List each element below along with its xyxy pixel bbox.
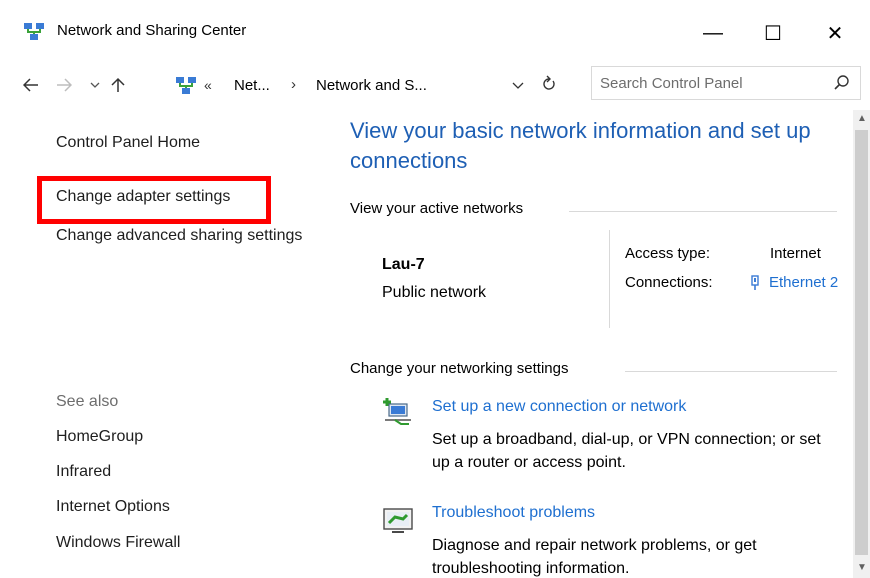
network-name: Lau-7 bbox=[382, 256, 425, 273]
chevron-down-icon bbox=[512, 82, 524, 89]
window-title: Network and Sharing Center bbox=[57, 22, 247, 39]
setup-connection-link[interactable]: Set up a new connection or network bbox=[432, 398, 686, 416]
recent-locations-button[interactable] bbox=[85, 74, 105, 96]
troubleshoot-link[interactable]: Troubleshoot problems bbox=[432, 504, 595, 522]
infrared-link[interactable]: Infrared bbox=[56, 463, 111, 481]
internet-options-link[interactable]: Internet Options bbox=[56, 498, 170, 516]
breadcrumb-separator-icon[interactable]: › bbox=[291, 76, 296, 93]
breadcrumb-network-sharing[interactable]: Network and S... bbox=[316, 77, 427, 94]
breadcrumb-overflow[interactable]: « bbox=[204, 77, 212, 93]
see-also-heading: See also bbox=[56, 393, 119, 410]
search-box[interactable] bbox=[591, 66, 861, 100]
maximize-icon: ☐ bbox=[764, 22, 782, 45]
minimize-icon: — bbox=[703, 21, 723, 44]
control-panel-home-link[interactable]: Control Panel Home bbox=[56, 134, 200, 152]
access-type-value: Internet bbox=[770, 245, 821, 262]
chevron-down-icon bbox=[90, 82, 100, 88]
connections-label: Connections: bbox=[625, 274, 713, 291]
close-icon: ✕ bbox=[826, 22, 844, 45]
minimize-button[interactable]: — bbox=[690, 14, 736, 52]
breadcrumb-network[interactable]: Net... bbox=[234, 77, 270, 94]
change-settings-heading: Change your networking settings bbox=[350, 360, 569, 377]
close-button[interactable]: ✕ bbox=[812, 14, 858, 52]
scrollbar-thumb[interactable] bbox=[855, 130, 868, 555]
troubleshoot-description: Diagnose and repair network problems, or… bbox=[432, 537, 757, 577]
highlight-box bbox=[37, 176, 271, 224]
windows-firewall-link[interactable]: Windows Firewall bbox=[56, 534, 180, 552]
homegroup-link[interactable]: HomeGroup bbox=[56, 428, 143, 446]
back-button[interactable] bbox=[21, 74, 41, 96]
refresh-button[interactable] bbox=[542, 75, 556, 96]
forward-arrow-icon bbox=[57, 78, 72, 92]
up-button[interactable] bbox=[108, 74, 128, 96]
search-icon[interactable] bbox=[832, 73, 852, 93]
scroll-down-icon[interactable]: ▼ bbox=[856, 562, 868, 574]
network-center-icon bbox=[176, 77, 196, 94]
maximize-button[interactable]: ☐ bbox=[750, 14, 796, 52]
search-input[interactable] bbox=[600, 73, 820, 93]
setup-connection-description: Set up a broadband, dial-up, or VPN conn… bbox=[432, 431, 821, 471]
ethernet-icon bbox=[751, 275, 759, 290]
scroll-up-icon[interactable]: ▲ bbox=[856, 113, 868, 125]
divider bbox=[569, 211, 837, 212]
forward-button[interactable] bbox=[54, 74, 74, 96]
access-type-label: Access type: bbox=[625, 245, 711, 262]
change-advanced-sharing-link[interactable]: Change advanced sharing settings bbox=[56, 225, 306, 247]
title-bar: Network and Sharing Center — ☐ ✕ bbox=[0, 0, 870, 60]
refresh-icon bbox=[543, 75, 555, 90]
page-title: View your basic network information and … bbox=[350, 118, 811, 173]
divider bbox=[609, 230, 610, 328]
address-dropdown-button[interactable] bbox=[512, 78, 524, 92]
troubleshoot-icon bbox=[383, 508, 413, 533]
new-connection-icon bbox=[383, 398, 411, 425]
divider bbox=[625, 371, 837, 372]
address-bar[interactable]: « Net... › Network and S... bbox=[171, 70, 575, 102]
ethernet-connection-link[interactable]: Ethernet 2 bbox=[769, 273, 849, 293]
network-type[interactable]: Public network bbox=[382, 284, 486, 302]
network-center-icon bbox=[24, 23, 44, 40]
active-networks-heading: View your active networks bbox=[350, 200, 524, 217]
back-arrow-icon bbox=[23, 78, 38, 92]
up-arrow-icon bbox=[111, 77, 125, 92]
